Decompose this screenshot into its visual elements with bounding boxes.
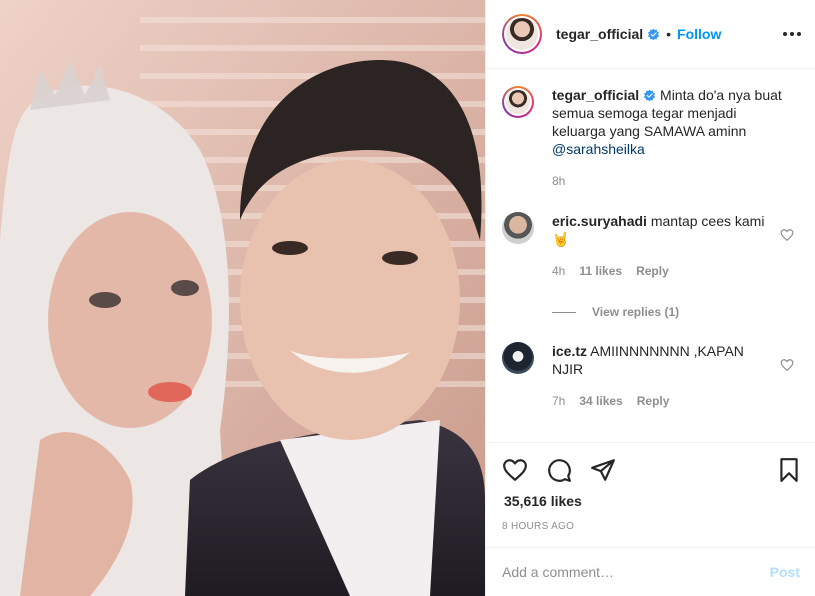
- instagram-post: tegar_official • Follow tegar_official M…: [0, 0, 815, 596]
- comment-likes[interactable]: 11 likes: [579, 262, 622, 280]
- comment-item: eric.suryahadi mantap cees kami 🤘 4h 11 …: [502, 212, 802, 280]
- comment-username[interactable]: eric.suryahadi: [552, 213, 647, 229]
- comment-like-heart-icon[interactable]: [780, 358, 794, 372]
- caption-avatar[interactable]: [502, 86, 534, 118]
- caption-mention-link[interactable]: @sarahsheilka: [552, 141, 645, 157]
- add-comment-input[interactable]: [502, 564, 770, 580]
- post-photo-image: [0, 0, 485, 596]
- post-actions: 35,616 likes 8 HOURS AGO: [486, 442, 815, 546]
- comment-avatar[interactable]: [502, 212, 534, 244]
- comment-avatar[interactable]: [502, 342, 534, 374]
- follow-button[interactable]: Follow: [677, 26, 721, 42]
- comment-username[interactable]: ice.tz: [552, 343, 587, 359]
- comment-meta: 4h 11 likes Reply: [552, 262, 766, 280]
- comment-time[interactable]: 4h: [552, 262, 565, 280]
- more-options-icon[interactable]: [782, 24, 802, 44]
- bookmark-icon[interactable]: [776, 457, 802, 483]
- verified-badge-icon: [648, 28, 660, 40]
- header-author-row: tegar_official • Follow: [556, 26, 721, 42]
- post-details-panel: tegar_official • Follow tegar_official M…: [485, 0, 815, 596]
- post-comment-button[interactable]: Post: [770, 564, 800, 580]
- comment-likes[interactable]: 34 likes: [579, 392, 622, 410]
- header-separator: •: [666, 26, 672, 42]
- comment-time[interactable]: 7h: [552, 392, 565, 410]
- comment-item: ice.tz AMIINNNNNNN ,KAPAN NJIR 7h 34 lik…: [502, 342, 802, 410]
- add-comment-bar: Post: [486, 547, 815, 596]
- view-replies-label: View replies (1): [592, 305, 680, 319]
- post-caption: tegar_official Minta do'a nya buat semua…: [502, 86, 802, 190]
- post-photo[interactable]: [0, 0, 485, 596]
- verified-badge-icon: [644, 89, 656, 102]
- comment-meta: 7h 34 likes Reply: [552, 392, 766, 410]
- comment-body: eric.suryahadi mantap cees kami 🤘 4h 11 …: [552, 212, 766, 280]
- comment-like-heart-icon[interactable]: [780, 228, 794, 242]
- caption-body: tegar_official Minta do'a nya buat semua…: [552, 86, 782, 190]
- post-time[interactable]: 8 HOURS AGO: [502, 521, 574, 532]
- likes-count[interactable]: 35,616 likes: [504, 493, 582, 509]
- author-avatar[interactable]: [502, 14, 542, 54]
- comments-section: tegar_official Minta do'a nya buat semua…: [486, 70, 815, 442]
- view-replies-button[interactable]: View replies (1): [552, 305, 679, 319]
- header-username[interactable]: tegar_official: [556, 26, 643, 42]
- comment-body: ice.tz AMIINNNNNNN ,KAPAN NJIR 7h 34 lik…: [552, 342, 766, 410]
- caption-time[interactable]: 8h: [552, 172, 782, 190]
- comment-icon[interactable]: [546, 457, 572, 483]
- view-replies-line: [552, 311, 576, 313]
- post-header: tegar_official • Follow: [486, 0, 815, 69]
- heart-icon[interactable]: [502, 457, 528, 483]
- caption-username[interactable]: tegar_official: [552, 87, 639, 103]
- share-icon[interactable]: [590, 457, 616, 483]
- comment-reply-button[interactable]: Reply: [636, 262, 669, 280]
- comment-reply-button[interactable]: Reply: [637, 392, 670, 410]
